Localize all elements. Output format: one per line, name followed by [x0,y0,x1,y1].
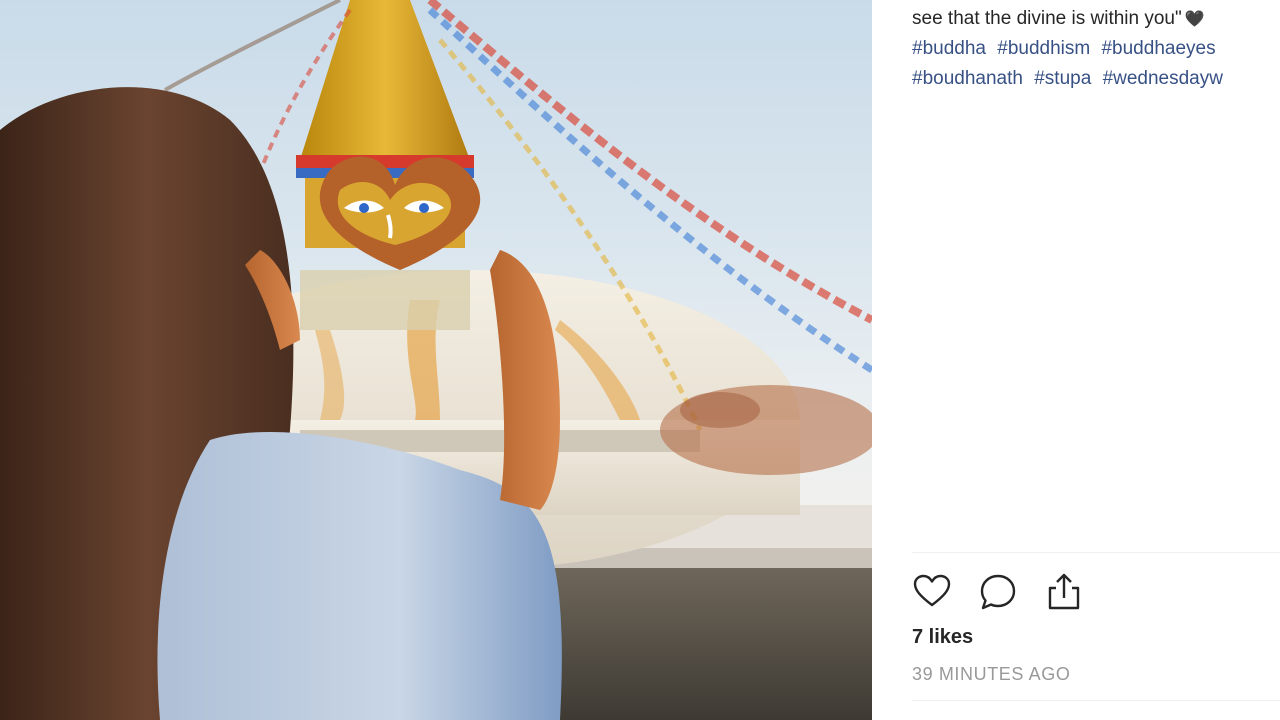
hashtag-link[interactable]: #stupa [1034,68,1091,89]
like-button[interactable] [910,570,954,614]
heart-emoji-icon: 🖤 [1184,11,1205,28]
hashtag-link[interactable]: #buddhaeyes [1101,38,1215,59]
post-timestamp[interactable]: 39 MINUTES AGO [912,664,1070,685]
speech-bubble-icon [980,574,1016,610]
likes-count[interactable]: 7 likes [912,626,973,649]
hashtag-link[interactable]: #buddha [912,38,986,59]
hashtag-row-1: #buddha #buddhism #buddhaeyes [912,34,1280,64]
post-caption: see that the divine is within you" 🖤 #bud… [912,4,1280,94]
hashtag-link[interactable]: #buddhism [997,38,1090,59]
comment-divider [912,700,1280,701]
share-upload-icon [1048,573,1080,610]
hashtag-row-2: #boudhanath #stupa #wednesdayw [912,64,1280,94]
post-actions-bar [910,568,1086,616]
caption-text-line: see that the divine is within you" 🖤 [912,4,1280,34]
share-button[interactable] [1042,570,1086,614]
caption-text: see that the divine is within you" [912,8,1182,29]
post-photo[interactable] [0,0,872,720]
comment-button[interactable] [976,570,1020,614]
heart-outline-icon [913,574,951,607]
instagram-post-view: see that the divine is within you" 🖤 #bud… [0,0,1280,720]
hashtag-link[interactable]: #boudhanath [912,68,1023,89]
actions-divider [912,552,1280,553]
hashtag-link[interactable]: #wednesdayw [1103,68,1223,89]
post-side-panel: see that the divine is within you" 🖤 #bud… [872,0,1280,720]
photo-illustration [0,0,872,720]
